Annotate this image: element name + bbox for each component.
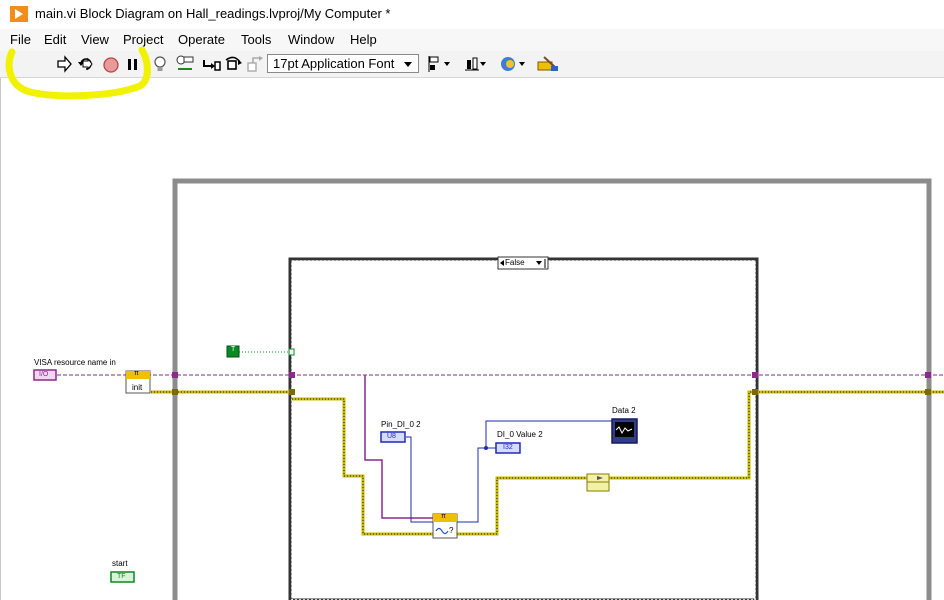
init-node-label: init (132, 383, 143, 392)
menu-edit[interactable]: Edit (44, 32, 66, 47)
menu-operate[interactable]: Operate (178, 32, 225, 47)
menu-window[interactable]: Window (288, 32, 334, 47)
step-over-icon[interactable] (224, 54, 244, 74)
error-cluster-wire[interactable] (151, 390, 944, 536)
chevron-down-icon (404, 62, 412, 67)
align-objects-icon[interactable] (427, 54, 453, 74)
pause-icon[interactable] (123, 54, 143, 74)
data2-label: Data 2 (612, 406, 636, 415)
visa-terminal-text: I/O (39, 371, 49, 378)
pin-di-label: Pin_DI_0 2 (381, 420, 421, 429)
init-pi-text: π (134, 370, 139, 377)
pin-di-type-text: U8 (387, 433, 396, 440)
block-diagram-canvas[interactable]: VISA resource name in I/O π init T False… (0, 78, 944, 600)
font-select-value: 17pt Application Font (273, 56, 395, 71)
data2-chart-indicator[interactable] (611, 418, 638, 444)
read-pi-text: π (441, 513, 446, 520)
toolbar: 17pt Application Font (0, 51, 944, 78)
text-settings-dropdown[interactable]: 17pt Application Font (267, 54, 419, 73)
run-arrow-icon[interactable] (54, 54, 74, 74)
highlight-execution-icon[interactable] (150, 54, 170, 74)
labview-logo-icon (10, 6, 28, 22)
title-bar: main.vi Block Diagram on Hall_readings.l… (0, 0, 944, 29)
step-into-icon[interactable] (201, 54, 221, 74)
di-value-type-text: I32 (503, 444, 513, 451)
step-out-icon[interactable] (245, 54, 265, 74)
read-question-text: ? (449, 526, 454, 535)
window-title: main.vi Block Diagram on Hall_readings.l… (35, 6, 391, 21)
menu-file[interactable]: File (10, 32, 31, 47)
menu-tools[interactable]: Tools (241, 32, 271, 47)
menu-bar: File Edit View Project Operate Tools Win… (0, 29, 944, 51)
case-selector-value[interactable]: False (505, 258, 525, 267)
tunnels (172, 348, 931, 395)
true-constant-text: T (231, 346, 236, 353)
start-label: start (112, 559, 128, 568)
error-node[interactable] (586, 473, 610, 492)
menu-project[interactable]: Project (123, 32, 163, 47)
retain-wire-values-icon[interactable] (175, 54, 195, 74)
abort-execution-icon[interactable] (101, 54, 121, 74)
start-type-text: TF (117, 573, 126, 580)
distribute-objects-icon[interactable] (463, 54, 489, 74)
menu-view[interactable]: View (81, 32, 109, 47)
run-continuously-icon[interactable] (76, 54, 96, 74)
visa-resource-label: VISA resource name in (34, 358, 116, 367)
di-value-label: DI_0 Value 2 (497, 430, 543, 439)
clean-up-diagram-icon[interactable] (536, 54, 560, 74)
reorder-icon[interactable] (499, 54, 529, 74)
menu-help[interactable]: Help (350, 32, 377, 47)
